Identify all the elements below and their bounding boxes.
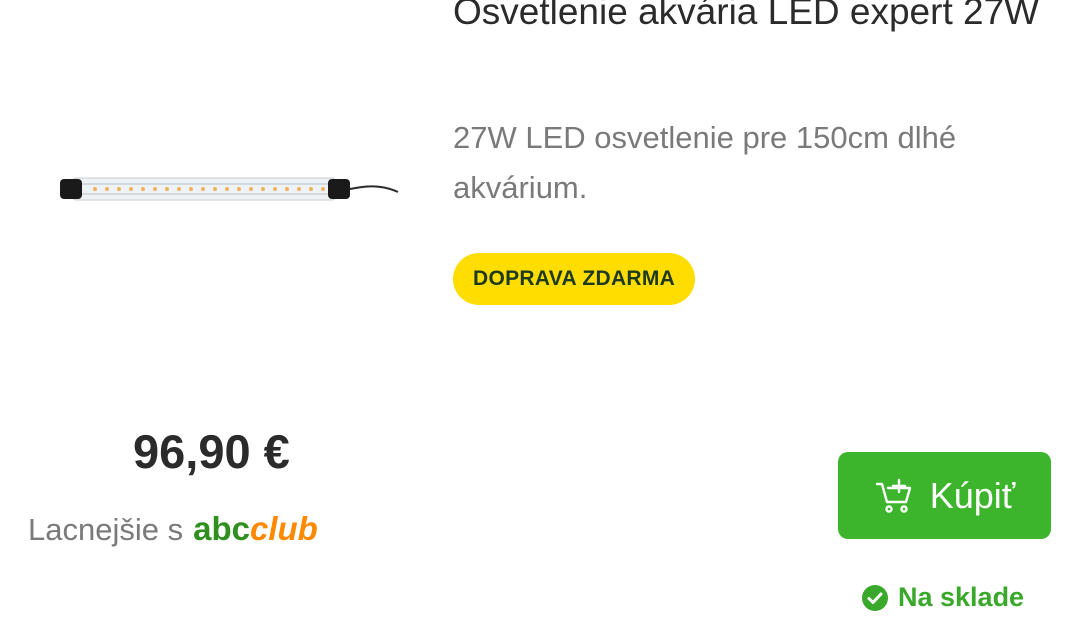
product-price: 96,90 €	[133, 425, 290, 478]
check-circle-icon	[862, 584, 888, 611]
stock-status: Na sklade	[862, 582, 1024, 613]
led-tube-image	[60, 177, 399, 201]
product-title[interactable]: Osvetlenie akvária LED expert 27W	[453, 0, 1053, 36]
product-card: Osvetlenie akvária LED expert 27W 27W LE…	[0, 0, 1079, 637]
club-logo-club: club	[249, 510, 318, 547]
abcclub-logo[interactable]: abcclub	[193, 510, 318, 548]
product-description: 27W LED osvetlenie pre 150cm dlhé akvári…	[453, 120, 957, 205]
buy-button[interactable]: Kúpiť	[838, 452, 1051, 539]
club-logo-abc: abc	[193, 510, 250, 547]
stock-label: Na sklade	[898, 582, 1025, 612]
buy-button-label: Kúpiť	[929, 474, 1016, 516]
free-shipping-badge: DOPRAVA ZDARMA	[453, 253, 696, 305]
cart-add-icon	[875, 478, 911, 513]
club-offer: Lacnejšie s abcclub	[28, 510, 318, 548]
club-prefix: Lacnejšie s	[28, 512, 184, 547]
product-image[interactable]	[55, 150, 400, 230]
